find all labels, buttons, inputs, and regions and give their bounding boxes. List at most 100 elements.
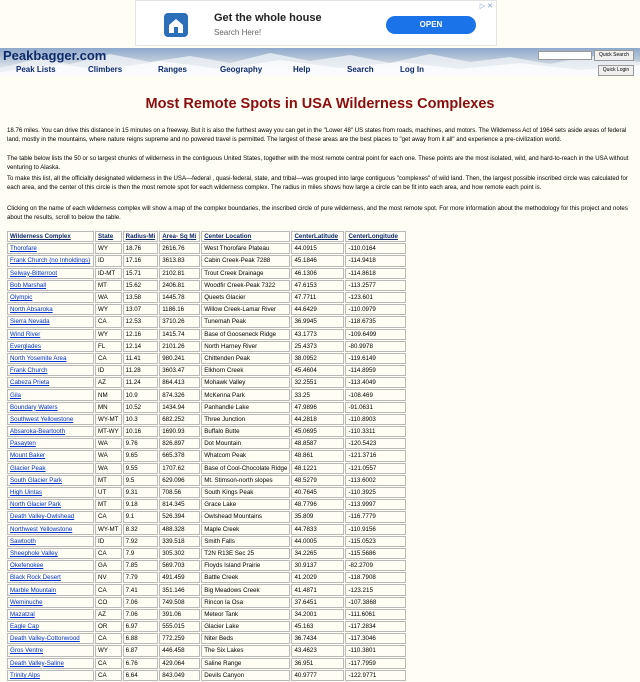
nav-climbers[interactable]: Climbers <box>88 65 122 74</box>
area-cell: 1707.62 <box>159 462 201 474</box>
radius-cell: 17.16 <box>122 255 159 267</box>
complex-name-link[interactable]: Eagle Cap <box>7 621 94 633</box>
center-location-cell: Floyds Island Prairie <box>201 560 291 572</box>
complex-name-link[interactable]: Frank Church <box>7 365 94 377</box>
column-header-longitude[interactable]: CenterLongitude <box>345 231 407 243</box>
table-row: Death Valley-Owlshead CA 9.1 526.394 Owlshea… <box>7 511 407 523</box>
ad-title[interactable]: Get the whole house <box>214 12 322 24</box>
ad-open-button[interactable]: OPEN <box>386 16 476 34</box>
complex-name-link[interactable]: North Absaroka <box>7 304 94 316</box>
complex-name-link[interactable]: Mount Baker <box>7 450 94 462</box>
radius-cell: 6.97 <box>122 621 159 633</box>
complex-name-link[interactable]: Absaroka-Beartooth <box>7 426 94 438</box>
nav-ranges[interactable]: Ranges <box>158 65 187 74</box>
site-logo[interactable]: Peakbagger.com <box>3 48 106 63</box>
latitude-cell: 45.0695 <box>291 426 345 438</box>
complex-name-link[interactable]: Mazatzal <box>7 608 94 620</box>
nav-help[interactable]: Help <box>293 65 310 74</box>
area-cell: 980.241 <box>159 352 201 365</box>
table-row: Frank Church (no Inholdings) ID 17.16 3613.… <box>7 255 407 267</box>
complex-name-link[interactable]: Southwest Yellowstone <box>7 413 94 425</box>
center-location-cell: Trout Creek Drainage <box>201 267 291 279</box>
complex-name-link[interactable]: Pasayten <box>7 438 94 450</box>
latitude-cell: 48.5279 <box>291 474 345 486</box>
complex-name-link[interactable]: Sierra Nevada <box>7 316 94 328</box>
longitude-cell: -110.3925 <box>345 486 407 499</box>
column-header-radius[interactable]: Radius-Mi <box>122 231 159 243</box>
complex-name-link[interactable]: Boundary Waters <box>7 401 94 413</box>
ad-close-icon[interactable]: ▷ ✕ <box>480 2 493 10</box>
radius-cell: 8.32 <box>122 523 159 535</box>
quick-search-input[interactable] <box>538 51 592 60</box>
center-location-cell: Grace Lake <box>201 499 291 511</box>
complex-name-link[interactable]: South Glacier Park <box>7 474 94 486</box>
state-cell: WY <box>95 328 122 340</box>
area-cell: 2101.26 <box>159 340 201 352</box>
complex-name-link[interactable]: Trinity Alps <box>7 669 94 681</box>
column-header-latitude[interactable]: CenterLatitude <box>291 231 345 243</box>
latitude-cell: 44.0915 <box>291 243 345 255</box>
latitude-cell: 45.163 <box>291 621 345 633</box>
complex-name-link[interactable]: Glacier Peak <box>7 462 94 474</box>
area-cell: 629.096 <box>159 474 201 486</box>
table-row: Frank Church ID 11.28 3603.47 Elkhorn Creek 4… <box>7 365 407 377</box>
complex-name-link[interactable]: Bob Marshall <box>7 279 94 291</box>
center-location-cell: Panhandle Lake <box>201 401 291 413</box>
complex-name-link[interactable]: Wind River <box>7 328 94 340</box>
complex-name-link[interactable]: Cabeza Prieta <box>7 377 94 389</box>
complex-name-link[interactable]: Sawtooth <box>7 535 94 547</box>
complex-name-link[interactable]: Sheephole Valley <box>7 547 94 560</box>
complex-name-link[interactable]: Northwest Yellowstone <box>7 523 94 535</box>
radius-cell: 9.1 <box>122 511 159 523</box>
complex-name-link[interactable]: Death Valley-Owlshead <box>7 511 94 523</box>
quick-search-button[interactable]: Quick Search <box>594 50 634 61</box>
latitude-cell: 38.0952 <box>291 352 345 365</box>
complex-name-link[interactable]: Okefenokee <box>7 560 94 572</box>
area-cell: 772.259 <box>159 633 201 645</box>
ad-banner[interactable]: Get the whole house Search Here! OPEN ▷ … <box>135 0 497 46</box>
column-header-state[interactable]: State <box>95 231 122 243</box>
nav-log-in[interactable]: Log In <box>400 65 424 74</box>
table-row: Sheephole Valley CA 7.9 305.302 T2N R13E Sec… <box>7 547 407 560</box>
complex-name-link[interactable]: Marble Mountain <box>7 584 94 596</box>
complex-name-link[interactable]: Everglades <box>7 340 94 352</box>
table-row: Thorofare WY 18.76 2616.76 West Thorofare Pl… <box>7 243 407 255</box>
nav-geography[interactable]: Geography <box>220 65 262 74</box>
center-location-cell: South Kings Peak <box>201 486 291 499</box>
area-cell: 1186.16 <box>159 304 201 316</box>
state-cell: WY <box>95 243 122 255</box>
complex-name-link[interactable]: Frank Church (no Inholdings) <box>7 255 94 267</box>
complex-name-link[interactable]: Weminuche <box>7 596 94 608</box>
state-cell: CA <box>95 633 122 645</box>
column-header-center-location[interactable]: Center Location <box>201 231 291 243</box>
complex-name-link[interactable]: Death Valley-Cottonwood <box>7 633 94 645</box>
state-cell: WA <box>95 450 122 462</box>
radius-cell: 15.62 <box>122 279 159 291</box>
nav-peak-lists[interactable]: Peak Lists <box>16 65 56 74</box>
complex-name-link[interactable]: High Uintas <box>7 486 94 499</box>
complex-name-link[interactable]: Black Rock Desert <box>7 572 94 584</box>
quick-login-button[interactable]: Quick Login <box>598 65 634 76</box>
latitude-cell: 25.4373 <box>291 340 345 352</box>
complex-name-link[interactable]: Olympic <box>7 291 94 304</box>
radius-cell: 9.18 <box>122 499 159 511</box>
complex-name-link[interactable]: Death Valley-Saline <box>7 657 94 669</box>
ad-subtitle: Search Here! <box>214 28 262 37</box>
table-row: North Yosemite Area CA 11.41 980.241 Chitten… <box>7 352 407 365</box>
latitude-cell: 30.9137 <box>291 560 345 572</box>
column-header-complex[interactable]: Wilderness Complex <box>7 231 94 243</box>
complex-name-link[interactable]: Gros Ventre <box>7 645 94 657</box>
table-row: Everglades FL 12.14 2101.26 North Harney Riv… <box>7 340 407 352</box>
radius-cell: 10.9 <box>122 389 159 401</box>
complex-name-link[interactable]: Gila <box>7 389 94 401</box>
latitude-cell: 47.6153 <box>291 279 345 291</box>
complex-name-link[interactable]: Selway-Bitterroot <box>7 267 94 279</box>
radius-cell: 13.07 <box>122 304 159 316</box>
complex-name-link[interactable]: North Yosemite Area <box>7 352 94 365</box>
area-cell: 1445.78 <box>159 291 201 304</box>
complex-name-link[interactable]: North Glacier Park <box>7 499 94 511</box>
complex-name-link[interactable]: Thorofare <box>7 243 94 255</box>
column-header-area[interactable]: Area- Sq Mi <box>159 231 201 243</box>
latitude-cell: 48.7796 <box>291 499 345 511</box>
nav-search[interactable]: Search <box>347 65 374 74</box>
